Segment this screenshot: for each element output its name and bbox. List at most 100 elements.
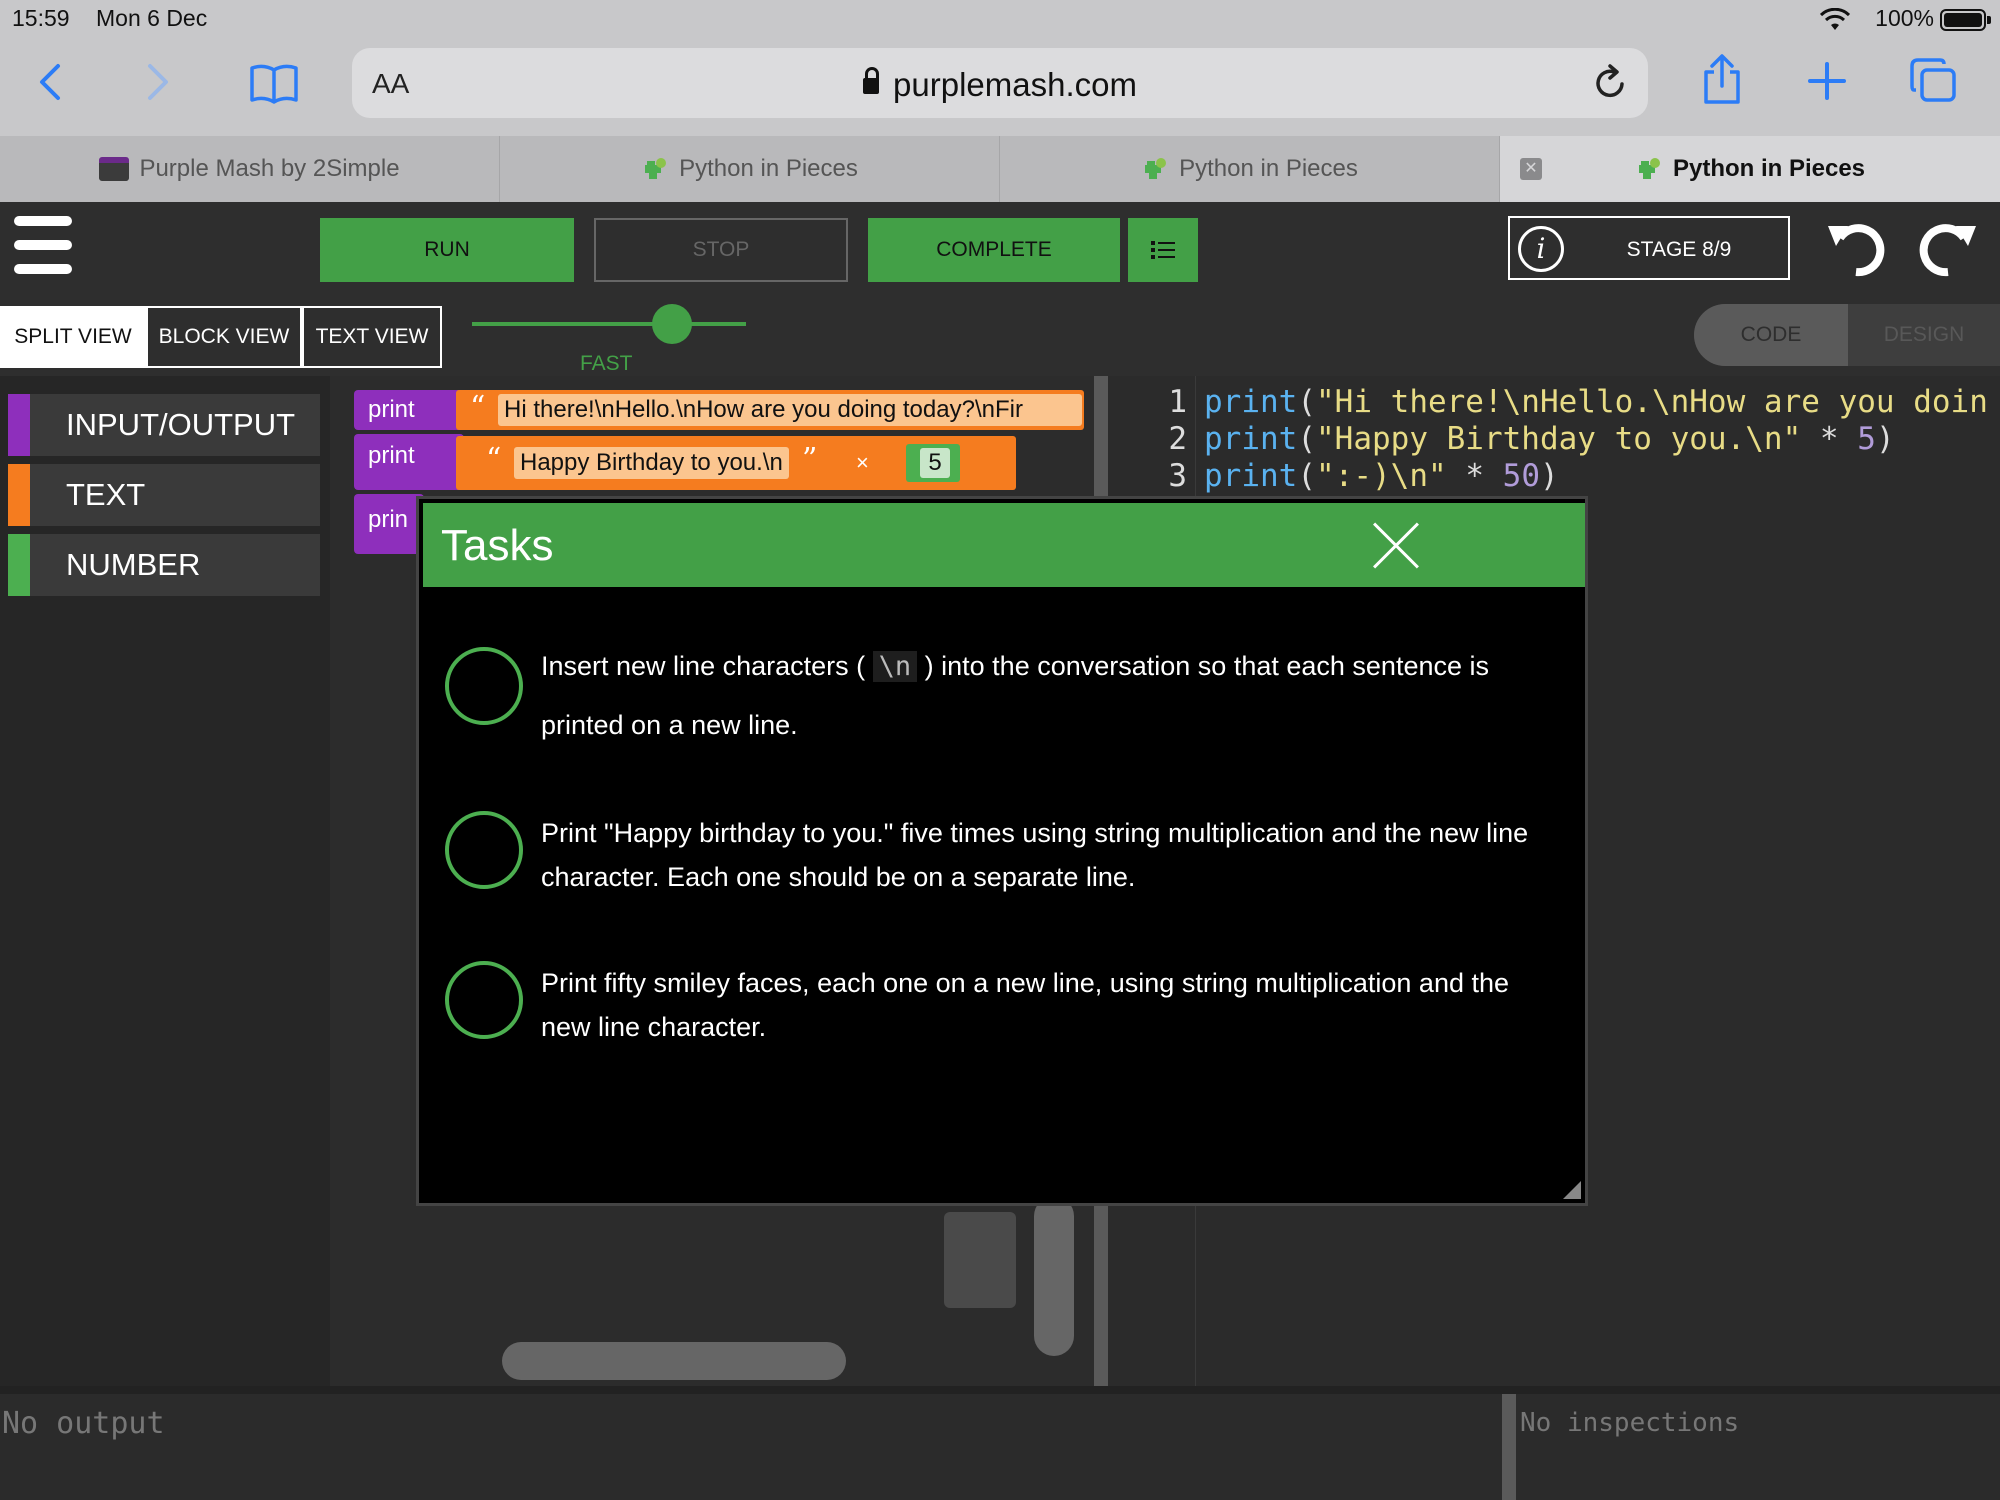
- info-icon[interactable]: i: [1518, 226, 1564, 272]
- task-status-icon: [445, 961, 523, 1039]
- stop-button[interactable]: STOP: [594, 218, 848, 282]
- tab-python-in-pieces-2[interactable]: Python in Pieces: [1000, 136, 1500, 202]
- stage-indicator[interactable]: i STAGE 8/9: [1508, 216, 1790, 280]
- tab-python-in-pieces-active[interactable]: ✕ Python in Pieces: [1500, 136, 2000, 202]
- tab-python-in-pieces-1[interactable]: Python in Pieces: [500, 136, 1000, 202]
- resize-handle-icon[interactable]: [1563, 1181, 1581, 1199]
- status-time: 15:59: [12, 5, 70, 31]
- battery-icon: [1940, 9, 1991, 31]
- code-paren: (: [1297, 458, 1316, 494]
- tab-purple-mash[interactable]: Purple Mash by 2Simple: [0, 136, 500, 202]
- horizontal-scrollbar[interactable]: [502, 1342, 846, 1380]
- battery-percent: 100%: [1875, 5, 1934, 31]
- close-icon[interactable]: [1369, 519, 1423, 573]
- status-bar: 15:59 Mon 6 Dec 100%: [0, 0, 2000, 42]
- print-block-label: print: [368, 396, 415, 423]
- share-icon[interactable]: [1700, 54, 1744, 106]
- code-string: ":-)\n": [1316, 458, 1447, 494]
- code-operator: *: [1446, 458, 1503, 494]
- text-view-button[interactable]: TEXT VIEW: [302, 306, 442, 368]
- code-tab[interactable]: CODE: [1694, 304, 1848, 366]
- block-palette: INPUT/OUTPUT TEXT NUMBER: [0, 376, 330, 1386]
- task-list-icon: [1151, 241, 1175, 259]
- wifi-icon: [1820, 8, 1850, 30]
- back-icon[interactable]: [36, 62, 66, 102]
- status-date: Mon 6 Dec: [96, 5, 208, 31]
- number-block[interactable]: 5: [906, 444, 960, 482]
- split-view-button[interactable]: SPLIT VIEW: [0, 306, 146, 368]
- inspections-text: No inspections: [1520, 1408, 1740, 1438]
- print-block[interactable]: prin: [354, 494, 424, 554]
- tab-label: Python in Pieces: [679, 155, 858, 182]
- stage-label: STAGE 8/9: [1626, 238, 1732, 261]
- code-paren: ): [1539, 458, 1559, 494]
- block-view-button[interactable]: BLOCK VIEW: [146, 306, 302, 368]
- category-text[interactable]: TEXT: [8, 464, 320, 526]
- new-tab-icon[interactable]: [1808, 62, 1846, 100]
- print-block[interactable]: print: [354, 434, 464, 490]
- multiply-block[interactable]: “ Happy Birthday to you.\n ” × 5: [456, 436, 1016, 490]
- code-number: 50: [1502, 458, 1540, 494]
- output-text: No output: [2, 1406, 165, 1441]
- string-value[interactable]: Hi there!\nHello.\nHow are you doing tod…: [498, 394, 1082, 426]
- view-controls: SPLIT VIEW BLOCK VIEW TEXT VIEW FAST COD…: [0, 290, 2000, 376]
- bookmarks-icon[interactable]: [248, 62, 300, 106]
- category-color: [8, 394, 30, 456]
- text-block[interactable]: “ Hi there!\nHello.\nHow are you doing t…: [456, 390, 1084, 430]
- task-text: Print "Happy birthday to you." five time…: [541, 818, 1529, 892]
- quote-open-icon: “: [486, 442, 502, 477]
- newline-code: \n: [872, 651, 918, 682]
- vertical-scrollbar[interactable]: [1034, 1196, 1074, 1356]
- category-number[interactable]: NUMBER: [8, 534, 320, 596]
- print-block-label: prin: [368, 506, 409, 533]
- design-tab[interactable]: DESIGN: [1848, 304, 2000, 366]
- tab-label: Purple Mash by 2Simple: [139, 155, 400, 182]
- browser-toolbar: AA purplemash.com: [0, 42, 2000, 136]
- line-number: 1: [1168, 384, 1187, 420]
- task-status-icon: [445, 811, 523, 889]
- number-value[interactable]: 5: [920, 448, 950, 478]
- tasks-dialog-header: Tasks: [423, 503, 1585, 587]
- close-tab-icon[interactable]: ✕: [1520, 158, 1542, 180]
- tasks-dialog-title: Tasks: [441, 521, 554, 570]
- reload-icon[interactable]: [1592, 64, 1628, 102]
- complete-button[interactable]: COMPLETE: [868, 218, 1120, 282]
- category-color: [8, 464, 30, 526]
- undo-icon[interactable]: [1826, 216, 1890, 280]
- tab-label: Python in Pieces: [1672, 155, 1866, 182]
- print-block[interactable]: print: [354, 390, 464, 430]
- task-list-button[interactable]: [1128, 218, 1198, 282]
- category-color: [8, 534, 30, 596]
- code-line[interactable]: print(":-)\n" * 50): [1204, 458, 1559, 494]
- string-value[interactable]: Happy Birthday to you.\n: [514, 447, 789, 479]
- quote-close-icon: ”: [802, 442, 818, 477]
- speed-slider-track[interactable]: [472, 322, 746, 326]
- output-divider[interactable]: [1502, 1394, 1516, 1500]
- speed-slider-handle[interactable]: [652, 304, 693, 344]
- quote-open-icon: “: [470, 390, 486, 425]
- line-number: 2: [1168, 421, 1187, 457]
- code-string: "Hi there!\nHello.\nHow are you doin: [1316, 384, 1988, 420]
- category-input-output[interactable]: INPUT/OUTPUT: [8, 394, 320, 456]
- redo-icon[interactable]: [1914, 216, 1978, 280]
- app-header: RUN STOP COMPLETE i STAGE 8/9: [0, 202, 2000, 290]
- code-number: 5: [1857, 421, 1876, 457]
- tabs-icon[interactable]: [1910, 58, 1958, 104]
- tab-label: Python in Pieces: [1179, 155, 1358, 182]
- run-button[interactable]: RUN: [320, 218, 574, 282]
- code-line[interactable]: print("Happy Birthday to you.\n" * 5): [1204, 421, 1895, 457]
- category-label: INPUT/OUTPUT: [66, 407, 296, 442]
- trash-can-icon[interactable]: [944, 1212, 1016, 1308]
- code-function: print: [1204, 458, 1298, 494]
- forward-icon[interactable]: [142, 62, 172, 102]
- task-text: Insert new line characters ( \n ) into t…: [541, 651, 1489, 740]
- line-number: 3: [1168, 458, 1187, 494]
- speed-label: FAST: [580, 352, 633, 375]
- address-bar[interactable]: AA purplemash.com: [352, 48, 1648, 118]
- output-panel: No output No inspections: [0, 1386, 2000, 1500]
- category-label: NUMBER: [66, 547, 201, 582]
- code-line[interactable]: print("Hi there!\nHello.\nHow are you do…: [1204, 384, 1988, 420]
- menu-icon[interactable]: [14, 216, 72, 276]
- tasks-dialog: Tasks Insert new line characters ( \n ) …: [416, 496, 1588, 1206]
- code-operator: *: [1801, 421, 1858, 457]
